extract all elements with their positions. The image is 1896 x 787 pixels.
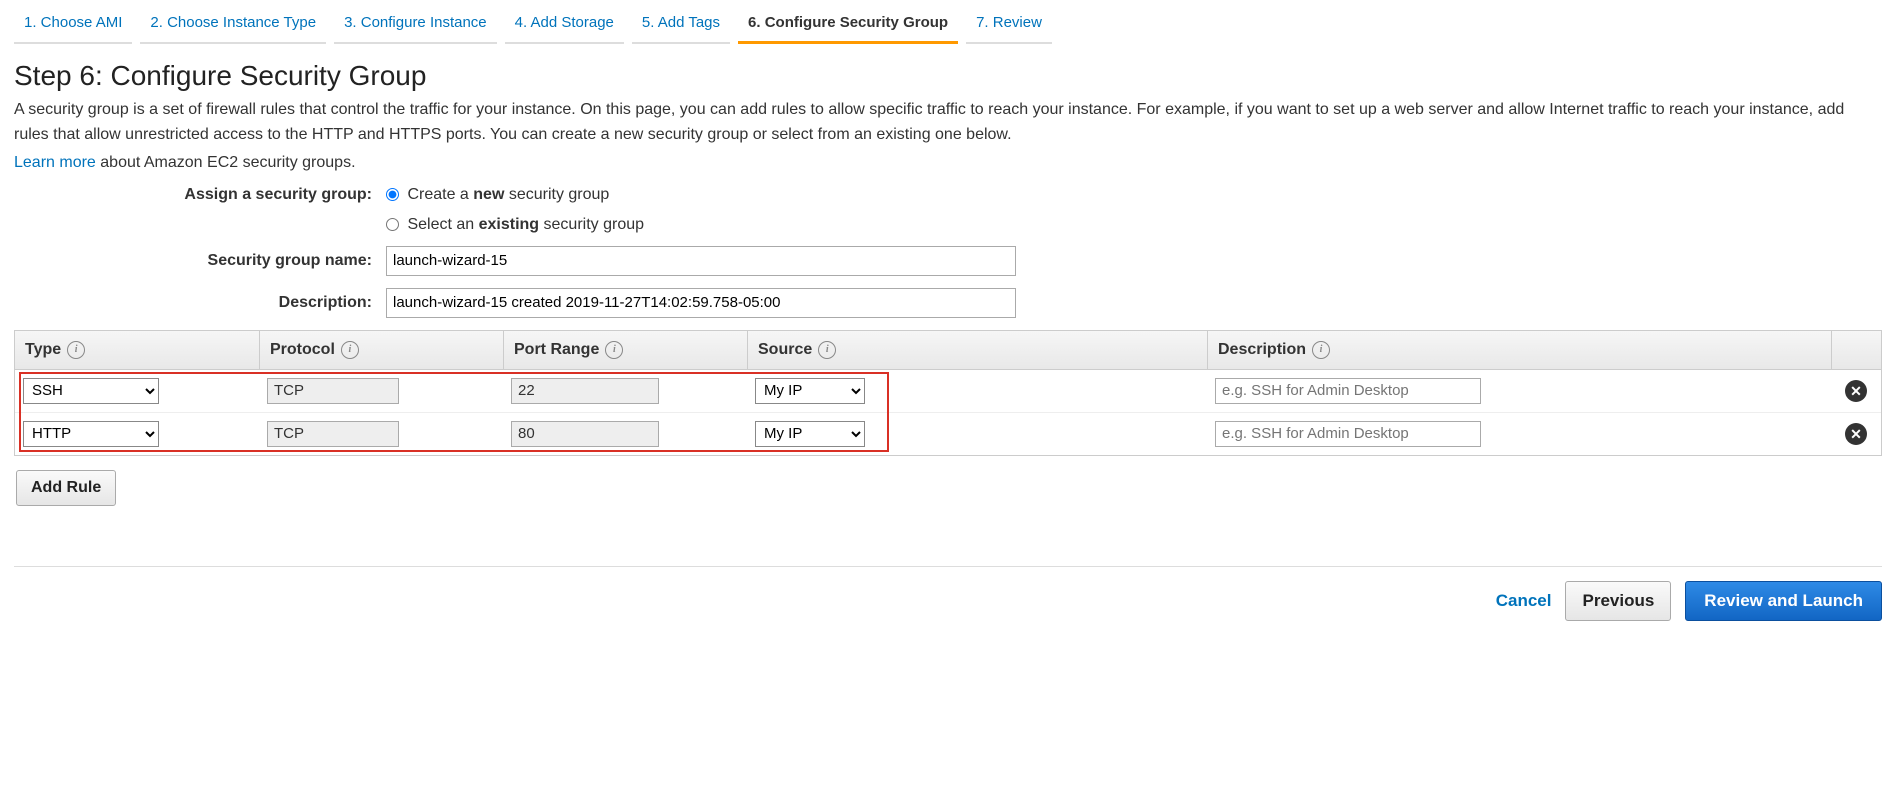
wizard-steps: 1. Choose AMI 2. Choose Instance Type 3.… (14, 6, 1882, 44)
step-add-tags[interactable]: 5. Add Tags (632, 6, 730, 44)
footer-actions: Cancel Previous Review and Launch (14, 566, 1882, 635)
sg-name-input[interactable] (386, 246, 1016, 276)
col-remove (1831, 331, 1881, 369)
page-title: Step 6: Configure Security Group (14, 60, 1882, 92)
info-icon[interactable]: i (341, 341, 359, 359)
rule-source-select[interactable]: My IP (755, 378, 865, 404)
rule-type-select[interactable]: SSH (23, 378, 159, 404)
step-add-storage[interactable]: 4. Add Storage (505, 6, 624, 44)
info-icon[interactable]: i (67, 341, 85, 359)
rule-description-input[interactable] (1215, 378, 1481, 404)
rule-row: SSH My IP ✕ (15, 370, 1881, 413)
step-review[interactable]: 7. Review (966, 6, 1052, 44)
select-existing-radio-label[interactable]: Select an existing security group (386, 216, 644, 233)
info-icon[interactable]: i (605, 341, 623, 359)
sg-desc-label: Description: (14, 294, 386, 312)
step-choose-instance-type[interactable]: 2. Choose Instance Type (140, 6, 326, 44)
sg-desc-input[interactable] (386, 288, 1016, 318)
cancel-link[interactable]: Cancel (1496, 591, 1552, 611)
assign-label: Assign a security group: (14, 186, 386, 204)
remove-rule-button[interactable]: ✕ (1845, 423, 1867, 445)
rules-table: Typei Protocoli Port Rangei Sourcei Desc… (14, 330, 1882, 456)
col-port: Port Rangei (503, 331, 747, 369)
add-rule-button[interactable]: Add Rule (16, 470, 116, 506)
rule-source-select[interactable]: My IP (755, 421, 865, 447)
rule-type-select[interactable]: HTTP (23, 421, 159, 447)
select-existing-radio[interactable] (386, 218, 399, 231)
security-group-form: Assign a security group: Create a new se… (14, 186, 1882, 318)
close-icon: ✕ (1850, 384, 1862, 398)
step-choose-ami[interactable]: 1. Choose AMI (14, 6, 132, 44)
col-type: Typei (15, 331, 259, 369)
create-new-radio[interactable] (386, 188, 399, 201)
info-icon[interactable]: i (1312, 341, 1330, 359)
rules-body: SSH My IP ✕ HTTP (15, 370, 1881, 455)
rule-protocol-field (267, 421, 399, 447)
remove-rule-button[interactable]: ✕ (1845, 380, 1867, 402)
step-configure-security-group[interactable]: 6. Configure Security Group (738, 6, 958, 44)
review-and-launch-button[interactable]: Review and Launch (1685, 581, 1882, 621)
learn-more-link[interactable]: Learn more (14, 154, 96, 171)
col-description: Descriptioni (1207, 331, 1831, 369)
info-icon[interactable]: i (818, 341, 836, 359)
rule-description-input[interactable] (1215, 421, 1481, 447)
rule-port-field (511, 378, 659, 404)
col-source: Sourcei (747, 331, 1207, 369)
step-configure-instance[interactable]: 3. Configure Instance (334, 6, 497, 44)
rule-row: HTTP My IP ✕ (15, 413, 1881, 455)
rule-protocol-field (267, 378, 399, 404)
previous-button[interactable]: Previous (1565, 581, 1671, 621)
sg-name-label: Security group name: (14, 252, 386, 270)
page-description: A security group is a set of firewall ru… (14, 98, 1882, 148)
about-text: about Amazon EC2 security groups. (96, 154, 356, 171)
close-icon: ✕ (1850, 427, 1862, 441)
create-new-radio-label[interactable]: Create a new security group (386, 186, 609, 203)
rules-header: Typei Protocoli Port Rangei Sourcei Desc… (15, 331, 1881, 370)
col-protocol: Protocoli (259, 331, 503, 369)
rule-port-field (511, 421, 659, 447)
